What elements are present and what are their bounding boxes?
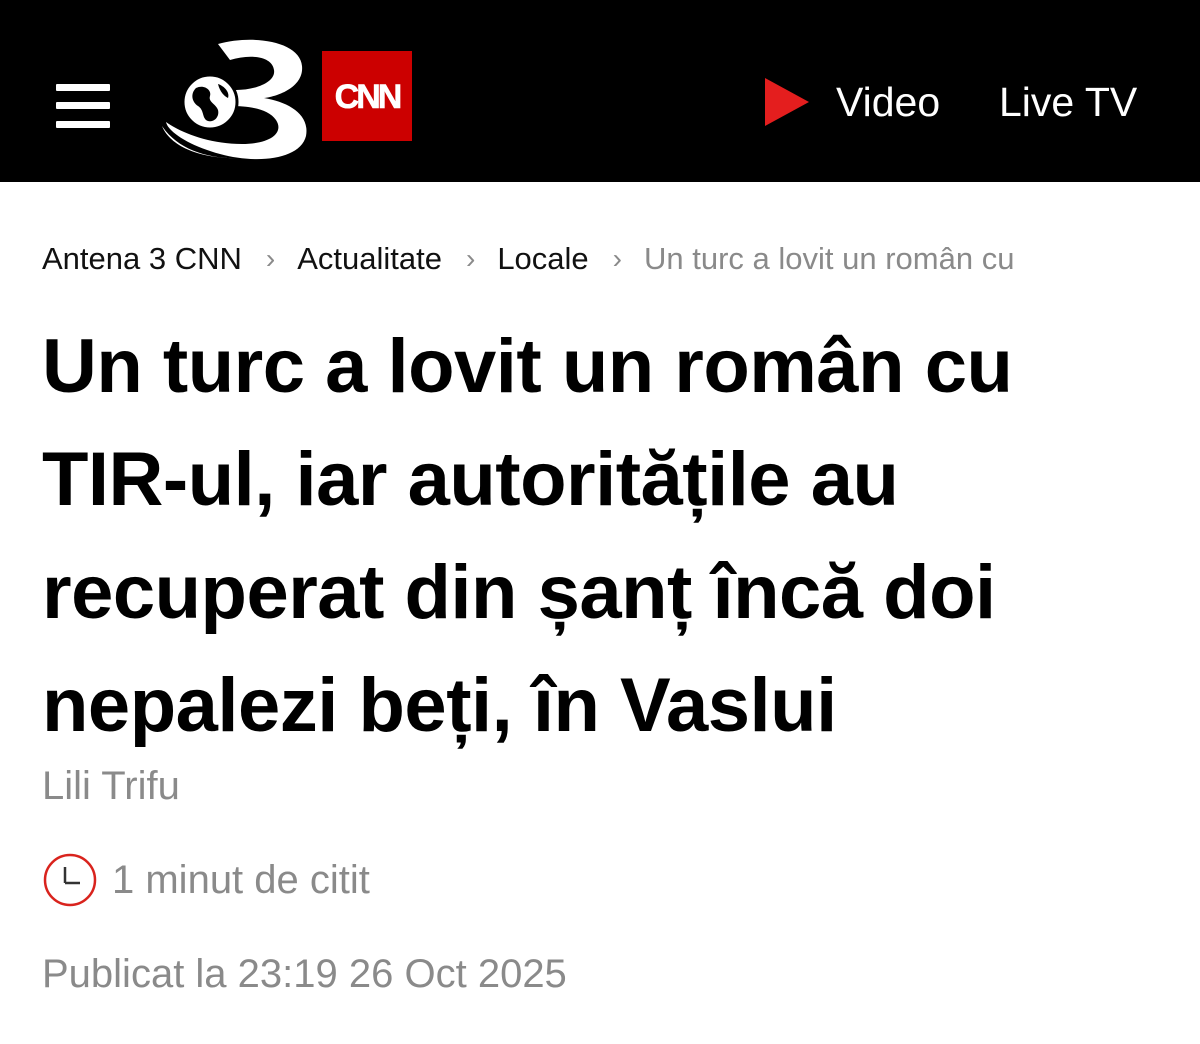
breadcrumb-item-actualitate[interactable]: Actualitate (297, 241, 442, 277)
cnn-logo[interactable]: CNN (322, 51, 412, 141)
breadcrumb: Antena 3 CNN › Actualitate › Locale › Un… (42, 238, 1172, 280)
article-author[interactable]: Lili Trifu (42, 760, 180, 812)
hamburger-bar (56, 121, 110, 128)
nav-video-label: Video (836, 79, 941, 125)
breadcrumb-separator: › (465, 243, 476, 274)
breadcrumb-separator: › (265, 243, 276, 274)
play-triangle-icon (765, 78, 809, 126)
read-time-label: 1 minut de citit (112, 857, 370, 902)
breadcrumb-item-current: Un turc a lovit un român cu (644, 241, 1015, 276)
breadcrumb-item-home[interactable]: Antena 3 CNN (42, 241, 242, 277)
breadcrumb-separator: › (612, 243, 622, 274)
site-header: CNN Video Live TV (0, 0, 1200, 182)
breadcrumb-item-locale[interactable]: Locale (497, 241, 588, 277)
hamburger-menu-icon[interactable] (56, 84, 110, 128)
published-date: Publicat la 23:19 26 Oct 2025 (42, 952, 567, 996)
nav-video-link[interactable]: Video (765, 76, 940, 128)
antena3-logo-icon[interactable] (160, 36, 315, 161)
hamburger-bar (56, 102, 110, 109)
read-time: 1 minut de citit (42, 852, 370, 908)
nav-live-tv-label: Live TV (999, 79, 1138, 125)
clock-icon (43, 853, 97, 907)
article-title: Un turc a lovit un român cu TIR-ul, iar … (42, 324, 1013, 748)
nav-live-tv-link[interactable]: Live TV (999, 76, 1137, 128)
hamburger-bar (56, 84, 110, 91)
cnn-logo-text: CNN (335, 78, 401, 116)
